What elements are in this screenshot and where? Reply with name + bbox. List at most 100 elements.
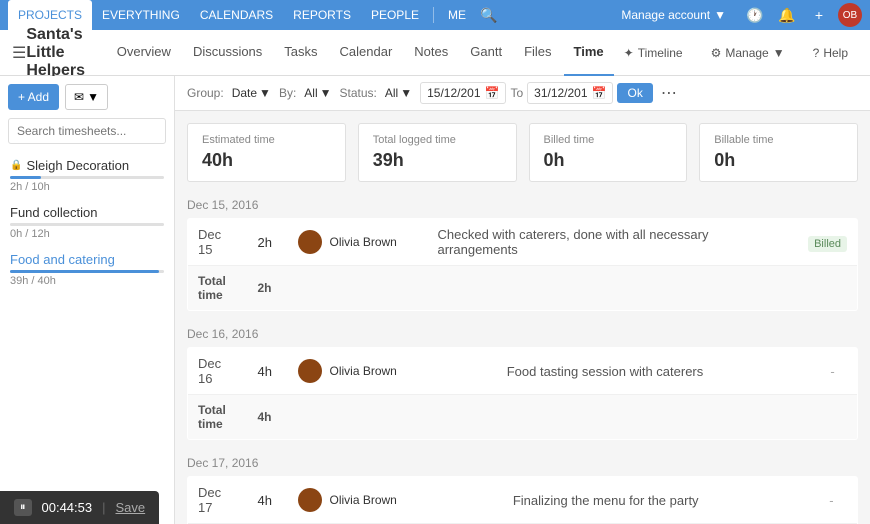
nav-calendars[interactable]: CALENDARS <box>190 0 283 30</box>
project-list: 🔒 Sleigh Decoration 2h / 10h Fund collec… <box>0 152 174 293</box>
entry-hours: 4h <box>248 477 288 524</box>
timer-bar: ⏸ 00:44:53 | Save <box>0 491 159 524</box>
search-icon[interactable]: 🔍 <box>476 2 502 28</box>
nav-everything[interactable]: EVERYTHING <box>92 0 190 30</box>
entry-description: Finalizing the menu for the party <box>503 477 819 524</box>
timer-display: 00:44:53 <box>42 500 93 515</box>
entry-user: Olivia Brown <box>288 348 497 395</box>
filters-bar: Group: Date ▼ By: All ▼ Status: All ▼ 15… <box>175 76 870 111</box>
project-name: Food and catering <box>10 252 164 267</box>
help-icon: ? <box>813 46 820 60</box>
table-row: Dec 16 4h Olivia Brown Food tasting sess… <box>188 348 858 395</box>
user-name: Olivia Brown <box>330 493 397 507</box>
app-title: Santa's Little Helpers <box>26 26 86 80</box>
manage-button[interactable]: ⚙ Manage ▼ <box>701 41 795 65</box>
bell-icon[interactable]: 🔔 <box>774 2 800 28</box>
project-time: 39h / 40h <box>10 275 164 287</box>
tab-notes[interactable]: Notes <box>404 30 458 76</box>
project-time: 0h / 12h <box>10 228 164 240</box>
tab-files[interactable]: Files <box>514 30 561 76</box>
from-date-input[interactable]: 15/12/201 📅 <box>420 82 506 104</box>
content-area: + Add ✉ ▼ 🔒 Sleigh Decoration 2h / 10h F… <box>0 76 870 524</box>
timeline-button[interactable]: ✦ Timeline <box>614 41 693 65</box>
summary-card-value: 0h <box>714 150 843 171</box>
entry-date: Dec 17 <box>188 477 248 524</box>
summary-card: Total logged time 39h <box>358 123 517 182</box>
tab-time[interactable]: Time <box>564 30 614 76</box>
ok-button[interactable]: Ok <box>617 83 652 103</box>
total-label: Total time <box>188 395 248 440</box>
help-button[interactable]: ? Help <box>803 41 858 65</box>
nav-people[interactable]: PEOPLE <box>361 0 429 30</box>
time-log: Dec 15, 2016 Dec 15 2h Olivia Brown Chec… <box>175 194 870 524</box>
date-group-header: Dec 17, 2016 <box>187 452 858 476</box>
tab-discussions[interactable]: Discussions <box>183 30 272 76</box>
progress-bar <box>10 270 159 273</box>
chevron-icon: ▼ <box>259 86 271 100</box>
group-value[interactable]: Date ▼ <box>232 86 271 100</box>
search-input[interactable] <box>8 118 166 144</box>
user-avatar[interactable]: OB <box>838 3 862 27</box>
page-tabs: Overview Discussions Tasks Calendar Note… <box>107 30 614 76</box>
sidebar-project-item[interactable]: Food and catering 39h / 40h <box>0 246 174 293</box>
time-table: Dec 15 2h Olivia Brown Checked with cate… <box>187 218 858 311</box>
chevron-icon: ▼ <box>400 86 412 100</box>
manage-account-link[interactable]: Manage account ▼ <box>611 0 736 30</box>
to-date-input[interactable]: 31/12/201 📅 <box>527 82 613 104</box>
entry-date: Dec 15 <box>188 219 248 266</box>
inbox-icon: ✉ <box>74 90 84 104</box>
summary-card: Billed time 0h <box>529 123 688 182</box>
project-time: 2h / 10h <box>10 181 164 193</box>
by-value[interactable]: All ▼ <box>304 86 331 100</box>
user-name: Olivia Brown <box>330 235 397 249</box>
lock-icon: 🔒 <box>10 160 22 171</box>
tab-tasks[interactable]: Tasks <box>274 30 327 76</box>
user-name: Olivia Brown <box>330 364 397 378</box>
nav-reports[interactable]: REPORTS <box>283 0 361 30</box>
sidebar-project-item[interactable]: Fund collection 0h / 12h <box>0 199 174 246</box>
nav-divider <box>433 7 434 23</box>
sidebar: + Add ✉ ▼ 🔒 Sleigh Decoration 2h / 10h F… <box>0 76 175 524</box>
dash-cell: - <box>829 493 833 508</box>
add-button[interactable]: + Add <box>8 84 59 110</box>
inbox-button[interactable]: ✉ ▼ <box>65 84 108 110</box>
more-options-button[interactable]: ⋯ <box>661 83 677 103</box>
top-navigation: PROJECTS EVERYTHING CALENDARS REPORTS PE… <box>0 0 870 30</box>
tab-gantt[interactable]: Gantt <box>460 30 512 76</box>
user-avatar <box>298 359 322 383</box>
tab-overview[interactable]: Overview <box>107 30 181 76</box>
time-table: Dec 17 4h Olivia Brown Finalizing the me… <box>187 476 858 524</box>
status-label: Status: <box>340 86 377 100</box>
hamburger-menu[interactable]: ☰ <box>12 43 26 63</box>
project-name: Fund collection <box>10 205 164 220</box>
add-person-icon[interactable]: + <box>806 2 832 28</box>
entry-hours: 2h <box>248 219 288 266</box>
chevron-down-icon: ▼ <box>714 8 726 22</box>
tab-calendar[interactable]: Calendar <box>330 30 403 76</box>
entry-user: Olivia Brown <box>288 477 503 524</box>
status-value[interactable]: All ▼ <box>385 86 412 100</box>
entry-description: Food tasting session with caterers <box>497 348 821 395</box>
second-navigation: ☰ Santa's Little Helpers Overview Discus… <box>0 30 870 76</box>
nav-me[interactable]: ME <box>438 0 476 30</box>
total-label: Total time <box>188 266 248 311</box>
summary-card-label: Total logged time <box>373 134 502 146</box>
calendar-icon: 📅 <box>485 86 500 100</box>
timer-pause-button[interactable]: ⏸ <box>14 499 32 516</box>
timer-save-button[interactable]: Save <box>116 500 146 515</box>
clock-icon[interactable]: 🕐 <box>742 2 768 28</box>
sidebar-project-item[interactable]: 🔒 Sleigh Decoration 2h / 10h <box>0 152 174 199</box>
summary-card-value: 39h <box>373 150 502 171</box>
search-box <box>8 118 166 144</box>
timeline-icon: ✦ <box>624 46 634 60</box>
table-row: Dec 15 2h Olivia Brown Checked with cate… <box>188 219 858 266</box>
date-group: Dec 17, 2016 Dec 17 4h Olivia Brown Fina… <box>187 452 858 524</box>
group-label: Group: <box>187 86 224 100</box>
date-group: Dec 16, 2016 Dec 16 4h Olivia Brown Food… <box>187 323 858 440</box>
chevron-icon: ▼ <box>773 46 785 60</box>
summary-card-label: Estimated time <box>202 134 331 146</box>
progress-bar-container <box>10 223 164 226</box>
summary-card-label: Billed time <box>544 134 673 146</box>
timer-divider: | <box>102 500 105 515</box>
summary-card-value: 40h <box>202 150 331 171</box>
